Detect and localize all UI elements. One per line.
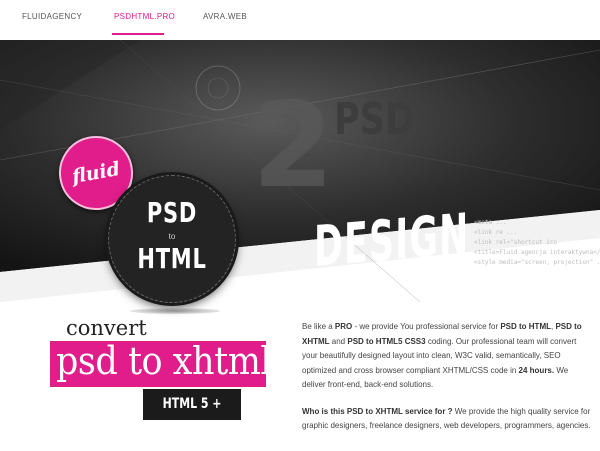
code-line: <link rel="shortcut ico bbox=[474, 239, 558, 246]
description-paragraph-1: Be like a PRO - we provide You professio… bbox=[302, 320, 592, 393]
psd-to-xhtml-title: psd to xhtml bbox=[56, 339, 272, 383]
desc-text: - we provide You professional service fo… bbox=[352, 322, 501, 331]
code-line: <style media="screen, projection" ... bbox=[474, 259, 600, 266]
circle-shadow bbox=[130, 308, 220, 314]
html5-css3-text: HTML 5 + CSS 3 bbox=[162, 396, 222, 443]
hero-banner: 2 PSD fluid PSD to HTML DESIGN <meta ...… bbox=[0, 40, 600, 306]
desc-bold: Who is this PSD to XHTML service for ? bbox=[302, 406, 453, 416]
desc-bold: PRO bbox=[334, 322, 353, 331]
nav-link-avra-web[interactable]: AVRA.WEB bbox=[203, 12, 247, 21]
circle-psd-text: PSD bbox=[146, 196, 198, 229]
psd-to-html-circle: PSD to HTML bbox=[105, 172, 239, 306]
circle-to-text: to bbox=[168, 232, 176, 241]
description-paragraph-2: Who is this PSD to XHTML service for ? W… bbox=[302, 405, 592, 434]
html5-css3-badge: HTML 5 + CSS 3 bbox=[143, 389, 241, 443]
desc-text: and bbox=[329, 336, 348, 346]
desc-bold: PSD to HTML bbox=[500, 322, 551, 331]
fluid-logo-text: fluid bbox=[70, 157, 122, 189]
code-line: <link re ... bbox=[474, 229, 518, 236]
convert-label: convert bbox=[66, 316, 147, 340]
design-word: DESIGN bbox=[314, 201, 470, 280]
desc-bold: PSD to HTML5 CSS3 bbox=[347, 336, 426, 346]
service-description: Be like a PRO - we provide You professio… bbox=[302, 320, 592, 434]
top-navigation: FLUIDAGENCY PSDHTML.PRO AVRA.WEB bbox=[0, 0, 600, 40]
desc-bold: 24 hours. bbox=[518, 365, 555, 375]
nav-link-psdhtml-pro[interactable]: PSDHTML.PRO bbox=[114, 12, 175, 21]
desc-text: Be like a bbox=[302, 322, 335, 331]
code-line: <meta ... bbox=[474, 219, 507, 226]
code-snippet: <meta ... <link re ... <link rel="shortc… bbox=[474, 218, 600, 292]
big-number-two: 2 bbox=[252, 76, 335, 214]
code-line: <title>Fluid agencja interaktywna</title… bbox=[474, 249, 600, 256]
active-nav-indicator bbox=[112, 33, 164, 35]
big-psd-word: PSD bbox=[334, 94, 415, 145]
circle-html-text: HTML bbox=[137, 242, 207, 275]
nav-link-fluidagency[interactable]: FLUIDAGENCY bbox=[22, 12, 82, 21]
